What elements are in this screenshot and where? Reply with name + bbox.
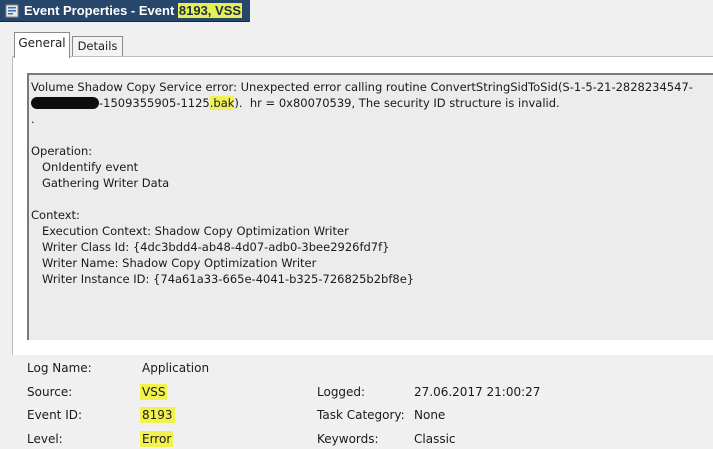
- event-viewer-icon: [5, 4, 19, 18]
- window-title-prefix: Event Properties - Event: [24, 3, 178, 18]
- source-value: VSS: [140, 384, 168, 400]
- context-item: Writer Class Id: {4dc3bdd4-ab48-4d07-adb…: [41, 240, 390, 254]
- operation-header: Operation:: [31, 144, 93, 158]
- keywords-label: Keywords:: [317, 432, 379, 446]
- description-line-2-tail: ). hr = 0x80070539, The security ID stru…: [234, 96, 560, 110]
- context-item: Writer Instance ID: {74a61a33-665e-4041-…: [41, 272, 415, 286]
- description-highlight-bak: .bak: [209, 96, 235, 110]
- task-category-label: Task Category:: [317, 408, 405, 422]
- description-line-3: .: [31, 112, 35, 126]
- level-label: Level:: [27, 432, 63, 446]
- context-header: Context:: [31, 208, 80, 222]
- source-label: Source:: [27, 385, 73, 399]
- event-id-label: Event ID:: [27, 408, 83, 422]
- tab-general[interactable]: General: [14, 32, 70, 58]
- logged-value: 27.06.2017 21:00:27: [414, 385, 541, 399]
- window-titlebar[interactable]: Event Properties - Event 8193, VSS: [0, 0, 250, 22]
- redacted-sid-mark: [31, 97, 99, 109]
- level-value: Error: [140, 431, 174, 447]
- operation-item: OnIdentify event: [41, 160, 139, 174]
- description-line-1: Volume Shadow Copy Service error: Unexpe…: [31, 80, 693, 94]
- task-category-value: None: [414, 408, 446, 422]
- logged-label: Logged:: [317, 385, 366, 399]
- window-title: Event Properties - Event 8193, VSS: [24, 3, 243, 19]
- description-line-2-sid: -1509355905-1125: [99, 96, 210, 110]
- keywords-value: Classic: [414, 432, 456, 446]
- tab-strip: General Details: [14, 32, 214, 58]
- event-id-value: 8193: [140, 407, 175, 423]
- window-title-highlight: 8193, VSS: [177, 3, 243, 18]
- event-description-box[interactable]: Volume Shadow Copy Service error: Unexpe…: [27, 73, 713, 340]
- tab-details[interactable]: Details: [72, 36, 123, 57]
- operation-item: Gathering Writer Data: [41, 176, 170, 190]
- context-item: Writer Name: Shadow Copy Optimization Wr…: [41, 256, 317, 270]
- log-name-value: Application: [142, 361, 210, 375]
- log-name-label: Log Name:: [27, 361, 92, 375]
- event-description-text: Volume Shadow Copy Service error: Unexpe…: [31, 79, 693, 287]
- context-item: Execution Context: Shadow Copy Optimizat…: [41, 224, 349, 238]
